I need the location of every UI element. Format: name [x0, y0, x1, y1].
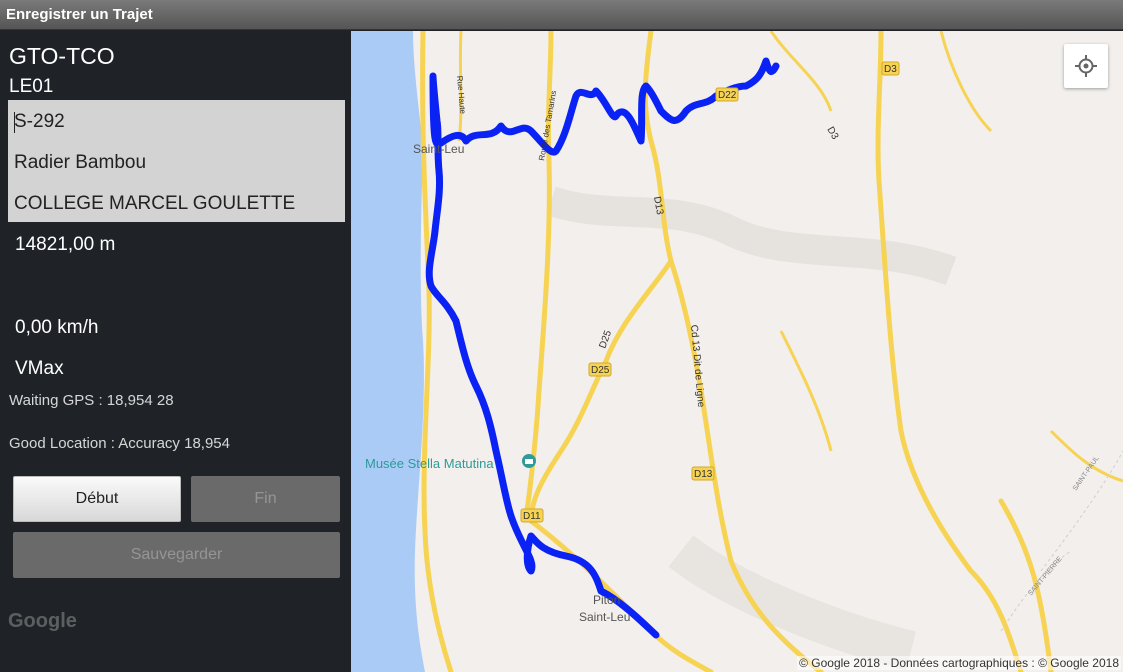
speed-value: 0,00 km/h — [15, 317, 99, 338]
place-label-piton: Piton — [593, 593, 620, 607]
text-caret — [14, 112, 15, 133]
road-label-cd13: Cd 13 Dit de Ligne — [688, 324, 706, 408]
road-shield-d3: D3 — [881, 61, 900, 76]
svg-text:D13: D13 — [694, 469, 713, 480]
map-view[interactable]: D22 D3 D25 D13 D11 D3 D13 D25 Cd 13 Dit … — [351, 31, 1123, 672]
road-shield-d11: D11 — [520, 508, 544, 523]
end-button[interactable]: Fin — [191, 476, 340, 522]
place-label-saint-leu: Saint-Leu — [413, 142, 464, 156]
line-code: GTO-TCO — [9, 43, 115, 69]
location-status: Good Location : Accuracy 18,954 — [9, 435, 230, 452]
svg-text:D11: D11 — [523, 511, 541, 522]
map-attribution: © Google 2018 - Données cartographiques … — [797, 656, 1121, 670]
svg-text:D3: D3 — [884, 64, 897, 75]
road-label-rue-haute: Rue Haute — [455, 75, 467, 114]
road-shield-d22: D22 — [715, 87, 739, 102]
terrain-shading — [546, 186, 957, 286]
list-item[interactable]: S-292 — [14, 111, 65, 133]
list-item[interactable]: COLLEGE MARCEL GOULETTE — [14, 193, 295, 215]
boundary-label-saint-paul: SAINT-PAUL — [1072, 455, 1101, 492]
trip-panel: GTO-TCO LE01 S-292 Radier Bambou COLLEGE… — [0, 31, 351, 672]
my-location-button[interactable] — [1064, 44, 1108, 88]
road-shield-d25: D25 — [588, 362, 612, 377]
sea-area — [351, 31, 425, 672]
window-title: Enregistrer un Trajet — [6, 6, 153, 23]
vehicle-code: LE01 — [9, 76, 54, 97]
distance-value: 14821,00 m — [15, 234, 116, 255]
google-logo: Google — [8, 610, 77, 632]
save-button[interactable]: Sauvegarder — [13, 532, 340, 578]
map-canvas[interactable]: D22 D3 D25 D13 D11 D3 D13 D25 Cd 13 Dit … — [351, 31, 1123, 672]
road-label-d3: D3 — [824, 125, 840, 142]
terrain-shading — [668, 535, 916, 671]
svg-text:D22: D22 — [718, 90, 737, 101]
crosshair-locate-icon — [1075, 55, 1097, 77]
svg-text:D25: D25 — [591, 365, 610, 376]
gps-status: Waiting GPS : 18,954 28 — [9, 392, 174, 409]
museum-pin-icon — [522, 454, 536, 468]
stops-list[interactable]: S-292 Radier Bambou COLLEGE MARCEL GOULE… — [8, 100, 345, 222]
place-label-saint-leu-south: Saint-Leu — [579, 610, 630, 624]
title-bar: Enregistrer un Trajet — [0, 0, 1123, 30]
place-label-museum: Musée Stella Matutina — [365, 456, 494, 471]
vmax-label: VMax — [15, 358, 64, 379]
list-item[interactable]: Radier Bambou — [14, 152, 146, 174]
road-shield-d13: D13 — [691, 466, 715, 481]
start-button[interactable]: Début — [13, 476, 181, 522]
